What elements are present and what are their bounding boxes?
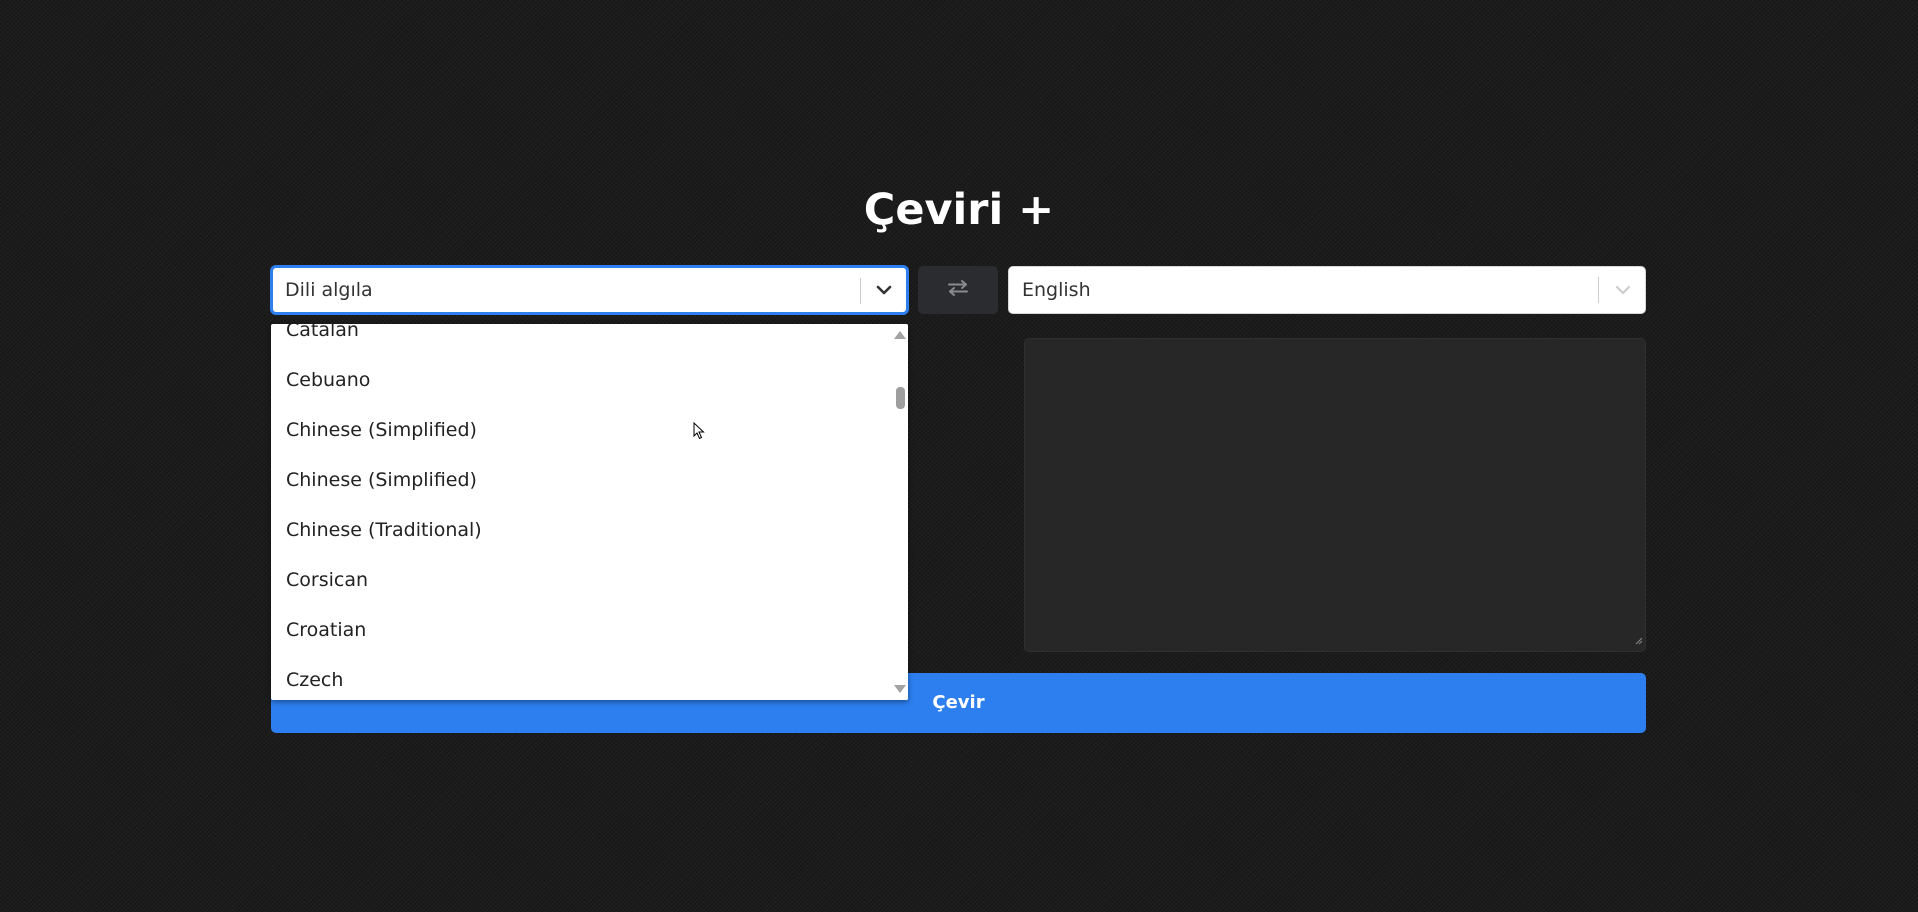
page-title: Çeviri + — [863, 185, 1055, 235]
scroll-down-icon[interactable] — [894, 685, 906, 693]
target-language-select[interactable]: English — [1008, 266, 1646, 314]
language-option[interactable]: Chinese (Traditional) — [271, 505, 891, 555]
mouse-pointer-icon — [693, 421, 705, 444]
chevron-down-icon[interactable] — [1600, 267, 1645, 313]
language-option[interactable]: Corsican — [271, 555, 891, 605]
chevron-down-icon[interactable] — [861, 268, 906, 312]
source-language-value: Dili algıla — [285, 279, 373, 301]
language-option[interactable]: Chinese (Simplified) — [271, 455, 891, 505]
resize-handle-icon[interactable] — [1635, 630, 1643, 649]
dropdown-scrollbar[interactable] — [891, 324, 908, 700]
language-option[interactable]: Catalan — [271, 324, 891, 355]
target-language-value: English — [1022, 279, 1091, 301]
language-option[interactable]: Cebuano — [271, 355, 891, 405]
translation-output-textarea[interactable] — [1024, 338, 1646, 652]
swap-arrows-icon — [947, 280, 969, 300]
scroll-up-icon[interactable] — [894, 331, 906, 339]
language-option[interactable]: Croatian — [271, 605, 891, 655]
swap-languages-button[interactable] — [918, 266, 998, 314]
language-option[interactable]: Czech — [271, 655, 891, 700]
select-separator — [1598, 277, 1599, 303]
source-language-dropdown[interactable]: Catalan Cebuano Chinese (Simplified) Chi… — [271, 324, 908, 700]
language-option[interactable]: Chinese (Simplified) — [271, 405, 891, 455]
source-language-select[interactable]: Dili algıla — [271, 266, 908, 314]
scrollbar-thumb[interactable] — [896, 387, 905, 409]
language-options-list: Catalan Cebuano Chinese (Simplified) Chi… — [271, 324, 891, 700]
